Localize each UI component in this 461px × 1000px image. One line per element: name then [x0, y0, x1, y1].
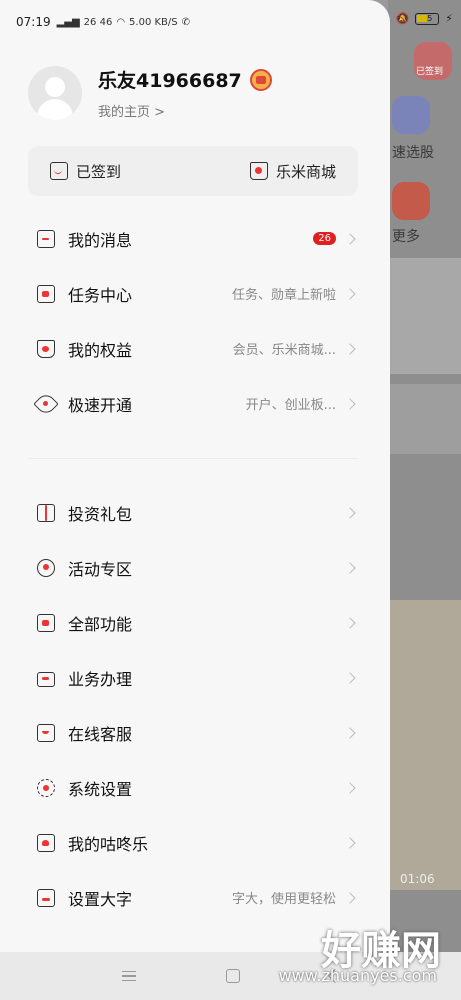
quick-bar: 已签到 乐米商城 — [28, 146, 358, 196]
task-center-icon — [36, 284, 56, 304]
menu-item-activities[interactable]: 活动专区 — [28, 540, 358, 595]
chevron-right-icon — [344, 232, 356, 245]
battery-icon: 35 — [415, 12, 440, 25]
rocket-icon — [33, 390, 59, 417]
level-badge-icon[interactable] — [249, 68, 272, 91]
my-homepage-link[interactable]: 我的主页 > — [98, 101, 272, 120]
background-card[interactable] — [388, 384, 461, 454]
heart-box-icon — [36, 833, 56, 853]
menu-item-large-font[interactable]: 设置大字 字大，使用更轻松 — [28, 870, 358, 925]
recent-apps-icon[interactable] — [121, 971, 136, 981]
font-size-icon — [36, 888, 56, 908]
menu-item-label: 我的权益 — [68, 340, 133, 360]
menu-item-customer-service[interactable]: 在线客服 — [28, 705, 358, 760]
calendar-icon — [50, 162, 68, 180]
menu-item-label: 全部功能 — [68, 614, 133, 634]
chevron-right-icon — [344, 671, 356, 684]
menu-item-subtitle: 字大，使用更轻松 — [231, 892, 336, 907]
unread-count-badge: 26 — [313, 232, 336, 245]
checkin-label: 已签到 — [76, 162, 122, 181]
checkin-button[interactable]: 已签到 — [50, 161, 121, 182]
menu-item-label: 任务中心 — [68, 285, 133, 305]
menu-item-task-center[interactable]: 任务中心 任务、勋章上新啦 — [28, 266, 358, 321]
signal-icon: ▂▄▆ — [56, 16, 80, 28]
signal-label: 26 46 — [83, 16, 113, 28]
menu-item-quick-open[interactable]: 极速开通 开户、创业板... — [28, 376, 358, 431]
gear-icon — [36, 778, 56, 798]
all-functions-icon — [36, 613, 56, 633]
menu-item-gift-pack[interactable]: 投资礼包 — [28, 485, 358, 540]
menu-item-subtitle: 任务、勋章上新啦 — [231, 288, 336, 303]
status-right-icons: 🔕 35 ⚡ — [396, 12, 453, 25]
menu-item-label: 我的咕咚乐 — [68, 834, 149, 854]
wifi-icon: ◠ — [116, 16, 126, 28]
menu-item-label: 系统设置 — [68, 779, 133, 799]
quick-select-icon[interactable] — [392, 96, 430, 134]
avatar[interactable] — [28, 66, 82, 120]
chevron-right-icon — [344, 616, 356, 629]
chevron-right-icon — [344, 891, 356, 904]
profile-section[interactable]: 乐友41966687 我的主页 > — [28, 66, 272, 120]
gift-icon — [36, 503, 56, 523]
menu-item-all-functions[interactable]: 全部功能 — [28, 595, 358, 650]
menu-item-subtitle: 开户、创业板... — [245, 398, 336, 413]
more-label: 更多 — [392, 229, 420, 245]
mall-label: 乐米商城 — [275, 162, 336, 181]
mall-button[interactable]: 乐米商城 — [249, 161, 336, 182]
menu-item-messages[interactable]: 我的消息 26 — [28, 211, 358, 266]
menu-item-business[interactable]: 业务办理 — [28, 650, 358, 705]
menu-item-subtitle: 会员、乐米商城... — [232, 343, 336, 358]
chevron-right-icon — [344, 287, 356, 300]
shopping-bag-icon — [249, 162, 268, 180]
menu-item-label: 在线客服 — [68, 724, 133, 744]
chevron-right-icon — [344, 836, 356, 849]
message-icon — [36, 229, 56, 249]
network-speed: 5.00 KB/S — [129, 16, 178, 28]
background-banner[interactable] — [388, 258, 461, 374]
briefcase-icon — [36, 668, 56, 688]
menu-group-secondary: 投资礼包 活动专区 全部功能 业务办理 在线客服 系统设置 我的咕咚乐 设置大字… — [28, 485, 358, 925]
menu-item-gudongle[interactable]: 我的咕咚乐 — [28, 815, 358, 870]
chevron-right-icon — [344, 561, 356, 574]
chevron-right-icon — [344, 506, 356, 519]
balloon-icon — [36, 558, 56, 578]
menu-item-label: 投资礼包 — [68, 504, 133, 524]
chevron-right-icon — [344, 726, 356, 739]
status-signal-icons: ▂▄▆ 26 46 ◠ 5.00 KB/S ✆ — [57, 17, 190, 28]
quick-select-label: 速选股 — [392, 145, 434, 161]
more-icon[interactable] — [392, 182, 430, 220]
background-video[interactable] — [388, 600, 461, 890]
battery-level: 35 — [422, 13, 433, 23]
menu-group-primary: 我的消息 26 任务中心 任务、勋章上新啦 我的权益 会员、乐米商城... 极速… — [28, 211, 358, 431]
menu-item-label: 活动专区 — [68, 559, 133, 579]
menu-item-label: 极速开通 — [68, 395, 133, 415]
menu-item-benefits[interactable]: 我的权益 会员、乐米商城... — [28, 321, 358, 376]
home-icon[interactable] — [225, 969, 240, 983]
menu-item-label: 设置大字 — [68, 889, 133, 909]
chevron-right-icon — [344, 781, 356, 794]
crown-icon — [36, 339, 56, 359]
chevron-right-icon — [344, 397, 356, 410]
signed-badge: 已签到 — [416, 67, 444, 77]
watermark-url: www.zhuanyes.com — [278, 966, 437, 985]
status-time: 07:19 — [16, 15, 51, 29]
side-drawer: 07:19 ▂▄▆ 26 46 ◠ 5.00 KB/S ✆ 乐友41966687… — [0, 0, 390, 1000]
menu-item-label: 我的消息 — [68, 230, 133, 250]
chevron-right-icon — [344, 342, 356, 355]
status-bar: 07:19 ▂▄▆ 26 46 ◠ 5.00 KB/S ✆ — [0, 0, 390, 44]
menu-item-label: 业务办理 — [68, 669, 133, 689]
chat-icon — [36, 723, 56, 743]
username: 乐友41966687 — [98, 70, 242, 92]
menu-item-settings[interactable]: 系统设置 — [28, 760, 358, 815]
mute-icon: 🔕 — [395, 12, 410, 25]
divider — [28, 458, 358, 459]
charging-icon: ⚡ — [445, 12, 453, 25]
video-duration: 01:06 — [400, 872, 435, 886]
call-icon: ✆ — [181, 16, 191, 28]
